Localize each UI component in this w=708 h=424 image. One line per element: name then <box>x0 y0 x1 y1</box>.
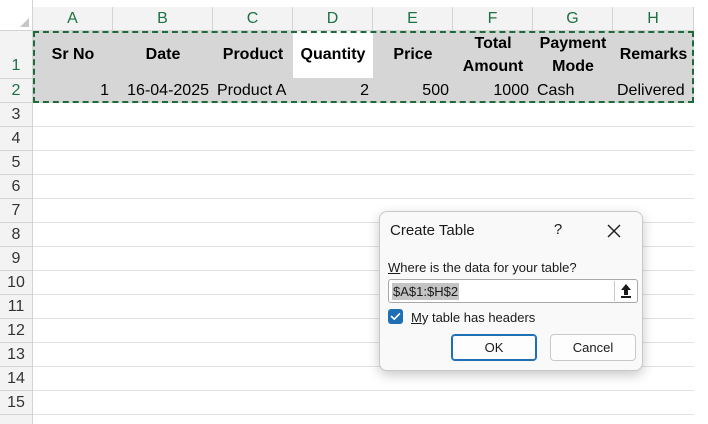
checkmark-icon <box>390 313 401 320</box>
grid-row-15[interactable] <box>33 391 694 415</box>
row-header-12[interactable]: 12 <box>0 319 33 343</box>
row-header-14[interactable]: 14 <box>0 367 33 391</box>
row-header-partial[interactable] <box>0 415 33 424</box>
row-header-9[interactable]: 9 <box>0 247 33 271</box>
column-header-f[interactable]: F <box>453 7 533 31</box>
column-header-c[interactable]: C <box>213 7 293 31</box>
copy-marquee <box>33 31 694 103</box>
help-button[interactable]: ? <box>546 218 570 242</box>
range-input-value: $A$1:$H$2 <box>392 283 460 300</box>
headers-checkbox[interactable] <box>388 309 403 324</box>
row-header-5[interactable]: 5 <box>0 151 33 175</box>
column-header-g[interactable]: G <box>533 7 613 31</box>
cancel-button[interactable]: Cancel <box>550 334 636 361</box>
dialog-title: Create Table <box>390 222 475 239</box>
create-table-dialog: Create Table ? Where is the data for you… <box>379 211 643 371</box>
close-button[interactable] <box>602 219 626 243</box>
select-all-corner[interactable] <box>0 0 33 31</box>
row-header-2[interactable]: 2 <box>0 79 33 103</box>
ok-button[interactable]: OK <box>451 334 537 361</box>
range-input[interactable]: $A$1:$H$2 <box>388 279 638 303</box>
column-header-a[interactable]: A <box>33 7 113 31</box>
column-header-b[interactable]: B <box>113 7 213 31</box>
grid-row-6[interactable] <box>33 175 694 199</box>
column-header-h[interactable]: H <box>613 7 694 31</box>
row-header-4[interactable]: 4 <box>0 127 33 151</box>
row-header-15[interactable]: 15 <box>0 391 33 415</box>
grid-row-3[interactable] <box>33 103 694 127</box>
row-header-7[interactable]: 7 <box>0 199 33 223</box>
row-header-10[interactable]: 10 <box>0 271 33 295</box>
range-prompt: Where is the data for your table? <box>388 260 577 275</box>
upload-arrow-icon <box>621 284 631 298</box>
row-header-6[interactable]: 6 <box>0 175 33 199</box>
column-header-e[interactable]: E <box>373 7 453 31</box>
row-header-3[interactable]: 3 <box>0 103 33 127</box>
collapse-dialog-button[interactable] <box>614 281 636 301</box>
row-header-8[interactable]: 8 <box>0 223 33 247</box>
grid-row-4[interactable] <box>33 127 694 151</box>
grid-row-5[interactable] <box>33 151 694 175</box>
column-header-d[interactable]: D <box>293 7 373 31</box>
row-header-13[interactable]: 13 <box>0 343 33 367</box>
row-header-11[interactable]: 11 <box>0 295 33 319</box>
row-header-1[interactable]: 1 <box>0 31 33 79</box>
close-icon <box>607 224 621 238</box>
headers-checkbox-label[interactable]: My table has headers <box>411 310 535 325</box>
